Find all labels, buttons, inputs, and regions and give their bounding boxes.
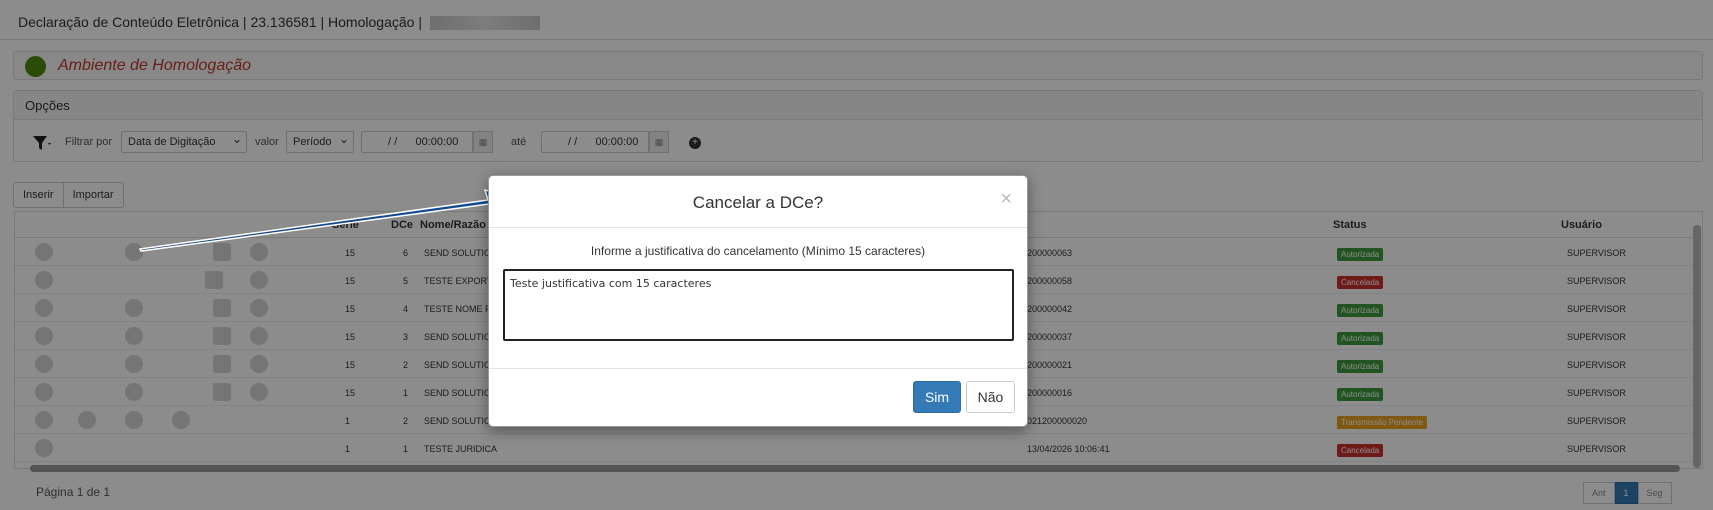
dialog-footer: Sim Não bbox=[489, 368, 1027, 428]
no-button[interactable]: Não bbox=[966, 381, 1015, 413]
close-icon[interactable]: × bbox=[1000, 188, 1012, 211]
dialog-header: Cancelar a DCe? × bbox=[489, 176, 1027, 228]
yes-button[interactable]: Sim bbox=[913, 381, 961, 413]
justification-textarea[interactable]: Teste justificativa com 15 caracteres bbox=[503, 269, 1014, 341]
cancel-dce-dialog: Cancelar a DCe? × Informe a justificativ… bbox=[488, 175, 1028, 427]
justification-label: Informe a justificativa do cancelamento … bbox=[590, 244, 926, 258]
dialog-title: Cancelar a DCe? bbox=[692, 193, 824, 212]
